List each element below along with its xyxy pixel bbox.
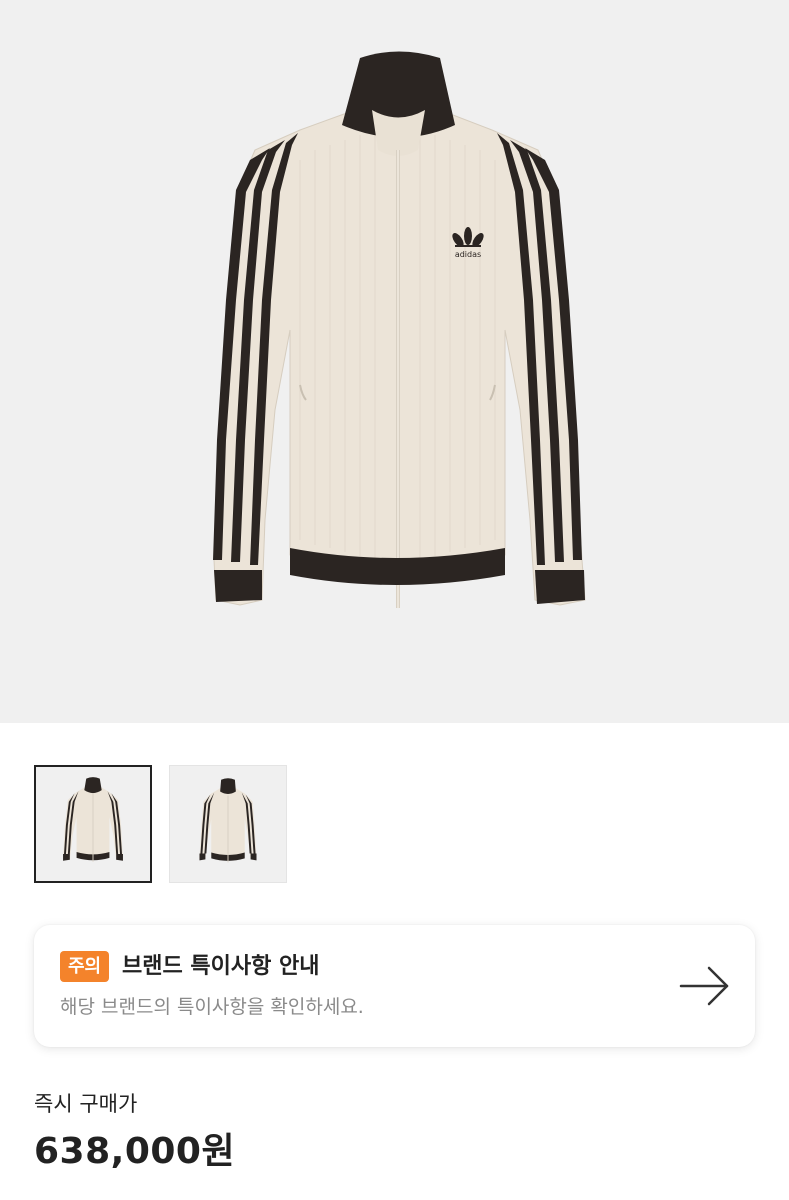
notice-title: 브랜드 특이사항 안내 xyxy=(122,954,320,979)
product-main-image[interactable]: adidas xyxy=(0,0,789,723)
thumbnail-2[interactable] xyxy=(169,765,287,883)
jacket-illustration: adidas xyxy=(213,51,586,608)
instant-buy-price: 638,000원 xyxy=(34,1131,236,1172)
jacket-thumbnail-icon xyxy=(199,778,257,863)
logo-text: adidas xyxy=(455,250,481,259)
brand-notice-card[interactable]: 주의 브랜드 특이사항 안내 해당 브랜드의 특이사항을 확인하세요. xyxy=(34,925,755,1047)
notice-description: 해당 브랜드의 특이사항을 확인하세요. xyxy=(60,996,364,1018)
instant-buy-price-label: 즉시 구매가 xyxy=(34,1092,138,1116)
thumbnail-1[interactable] xyxy=(34,765,152,883)
arrow-right-icon[interactable] xyxy=(677,963,733,1009)
jacket-thumbnail-icon xyxy=(63,777,123,862)
thumbnail-strip xyxy=(34,765,287,883)
caution-badge: 주의 xyxy=(60,951,110,982)
